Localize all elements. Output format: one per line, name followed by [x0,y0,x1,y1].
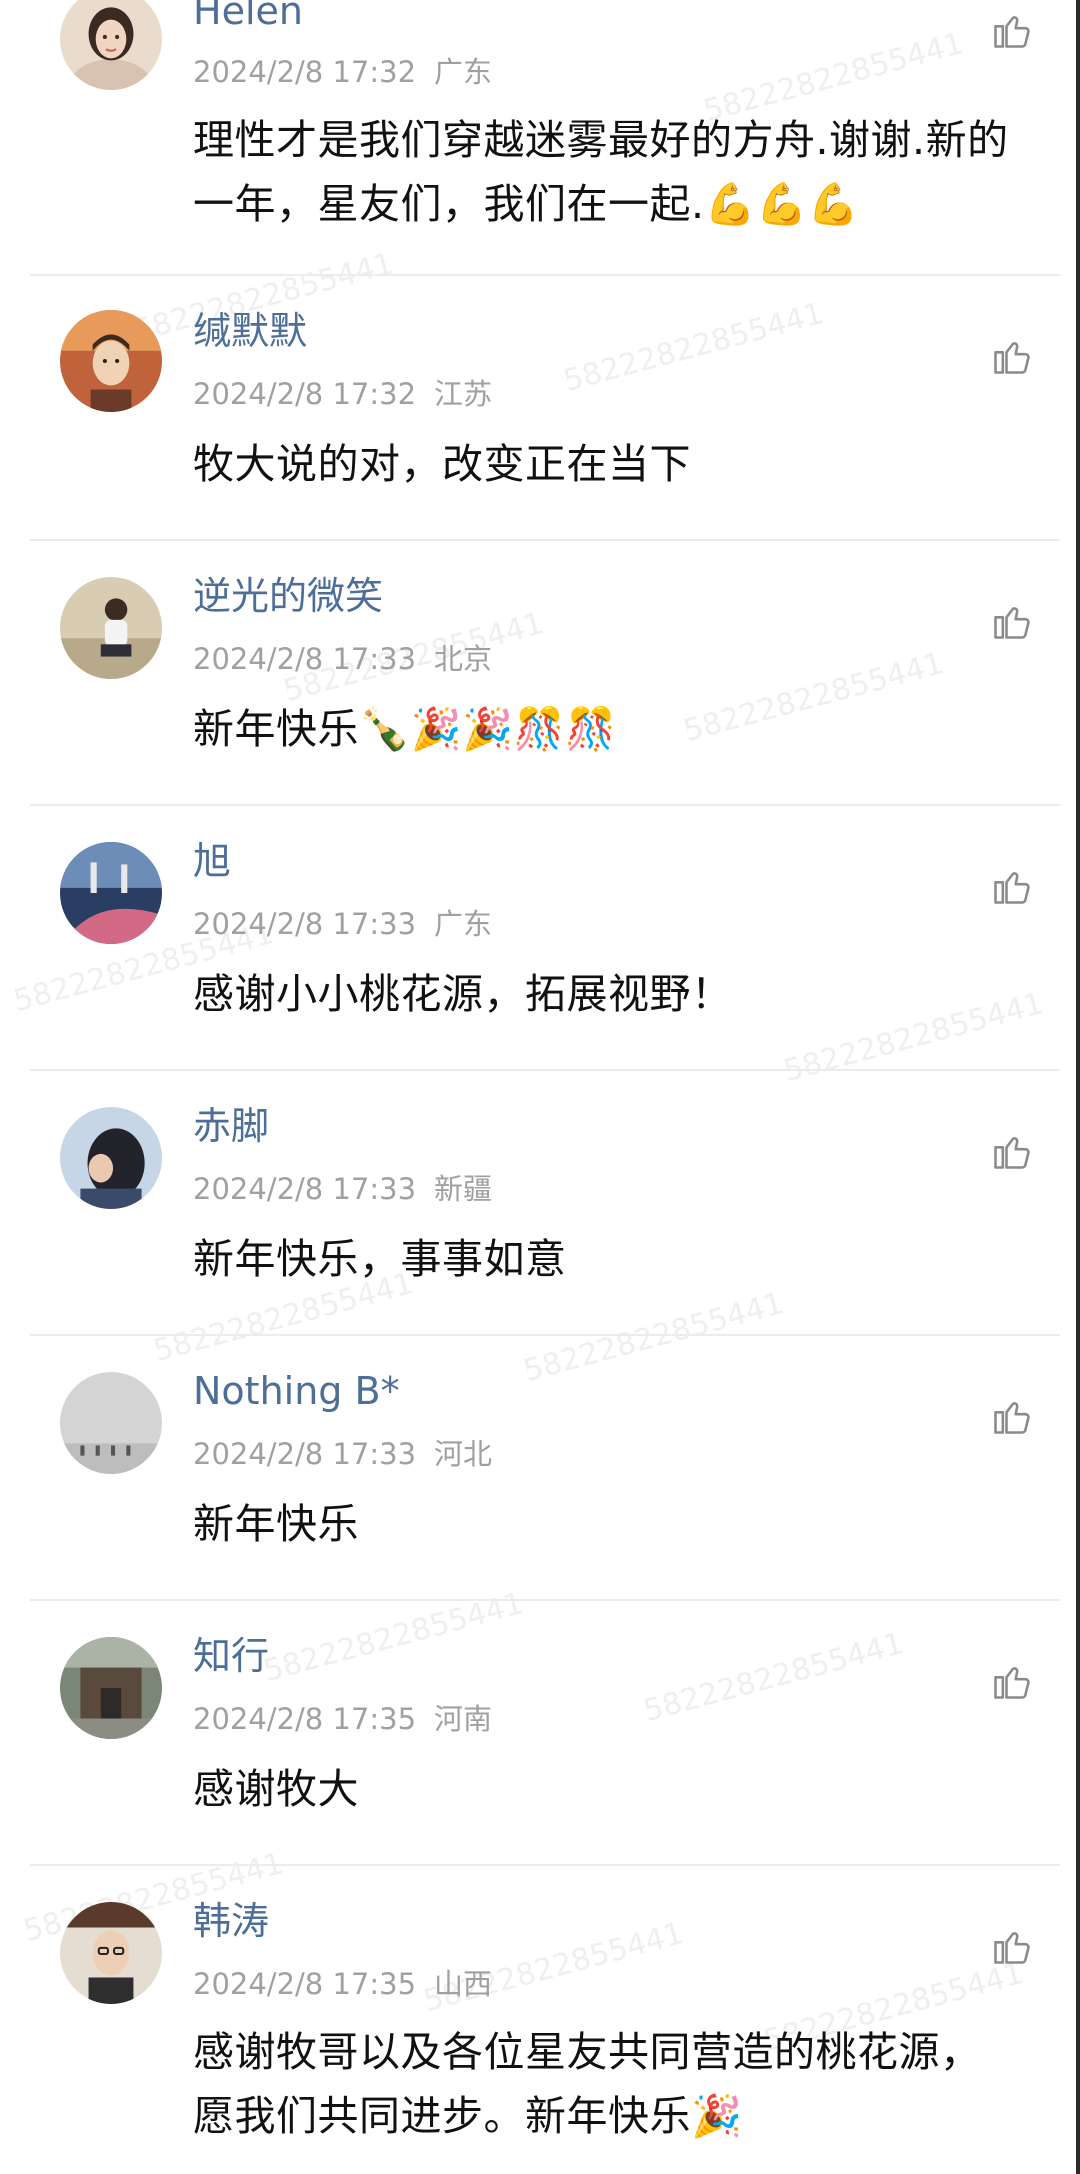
comment-item: Nothing B* 2024/2/8 17:33 河北 新年快乐 [0,1336,1080,1601]
comment-item: 逆光的微笑 2024/2/8 17:33 北京 新年快乐🍾🎉🎉🎊🎊 [0,541,1080,806]
avatar[interactable] [60,1107,162,1209]
comment-date: 2024/2/8 17:35 [193,1702,417,1736]
thumbs-up-icon [994,1137,1030,1169]
comment-item: 赤脚 2024/2/8 17:33 新疆 新年快乐，事事如意 [0,1071,1080,1336]
comment-meta: 2024/2/8 17:32 广东 [193,58,492,87]
comment-date: 2024/2/8 17:33 [193,1172,417,1206]
comment-author[interactable]: 韩涛 [193,1902,269,1940]
like-button[interactable] [990,8,1034,52]
like-button[interactable] [990,599,1034,643]
like-button[interactable] [990,1394,1034,1438]
like-button[interactable] [990,1924,1034,1968]
comment-location: 广东 [434,55,493,89]
building-photo-avatar-icon [60,1637,162,1739]
grey-landscape-avatar-icon [60,1372,162,1474]
comment-location: 新疆 [434,1172,493,1206]
comment-location: 北京 [434,642,493,676]
like-button[interactable] [990,1659,1034,1703]
comment-location: 广东 [434,907,493,941]
avatar[interactable] [60,1637,162,1739]
comment-author[interactable]: 赤脚 [193,1107,269,1145]
comment-author[interactable]: 旭 [193,842,231,880]
like-button[interactable] [990,864,1034,908]
thumbs-up-icon [994,16,1030,48]
comment-location: 河北 [434,1437,493,1471]
like-button[interactable] [990,1129,1034,1173]
woman-portrait-avatar-icon [60,0,162,90]
comment-item: 缄默默 2024/2/8 17:32 江苏 牧大说的对，改变正在当下 [0,276,1080,541]
comment-date: 2024/2/8 17:35 [193,1967,417,2001]
comment-author[interactable]: Helen [193,0,303,30]
comment-item: 韩涛 2024/2/8 17:35 山西 感谢牧哥以及各位星友共同营造的桃花源，愿… [0,1866,1080,2174]
comment-item: 旭 2024/2/8 17:33 广东 感谢小小桃花源，拓展视野！ [0,806,1080,1071]
girl-profile-avatar-icon [60,1107,162,1209]
comment-date: 2024/2/8 17:33 [193,1437,417,1471]
man-glasses-avatar-icon [60,1902,162,2004]
avatar[interactable] [60,310,162,412]
avatar[interactable] [60,577,162,679]
person-outdoor-avatar-icon [60,577,162,679]
thumbs-up-icon [994,342,1030,374]
avatar[interactable] [60,0,162,90]
like-button[interactable] [990,334,1034,378]
screen-edge [1076,0,1080,2174]
thumbs-up-icon [994,1932,1030,1964]
comment-author[interactable]: 逆光的微笑 [193,577,383,615]
man-portrait-avatar-icon [60,310,162,412]
comment-text: 新年快乐，事事如意 [193,1235,567,1283]
thumbs-up-icon [994,1667,1030,1699]
comment-location: 江苏 [434,377,493,411]
comment-date: 2024/2/8 17:32 [193,55,417,89]
avatar[interactable] [60,1372,162,1474]
comment-text: 新年快乐 [193,1500,359,1548]
comment-date: 2024/2/8 17:33 [193,642,417,676]
comment-text: 新年快乐🍾🎉🎉🎊🎊 [193,705,617,753]
comment-author[interactable]: Nothing B* [193,1372,400,1410]
comment-meta: 2024/2/8 17:33 新疆 [193,1175,492,1204]
comment-text: 感谢牧哥以及各位星友共同营造的桃花源，愿我们共同进步。新年快乐🎉 [193,2028,982,2140]
comment-item: Helen 2024/2/8 17:32 广东 理性才是我们穿越迷雾最好的方舟.谢… [0,0,1080,276]
playground-avatar-icon [60,842,162,944]
comment-author[interactable]: 知行 [193,1637,269,1675]
comment-item: 知行 2024/2/8 17:35 河南 感谢牧大 [0,1601,1080,1866]
comment-location: 河南 [434,1702,493,1736]
comment-meta: 2024/2/8 17:35 山西 [193,1970,492,1999]
comment-meta: 2024/2/8 17:33 广东 [193,910,492,939]
avatar[interactable] [60,842,162,944]
comment-meta: 2024/2/8 17:33 河北 [193,1440,492,1469]
comment-text: 牧大说的对，改变正在当下 [193,440,691,488]
comment-author[interactable]: 缄默默 [193,312,307,350]
comment-meta: 2024/2/8 17:32 江苏 [193,380,492,409]
comment-meta: 2024/2/8 17:33 北京 [193,645,492,674]
comment-date: 2024/2/8 17:33 [193,907,417,941]
comment-text: 理性才是我们穿越迷雾最好的方舟.谢谢.新的一年，星友们，我们在一起.💪💪💪 [193,116,1009,228]
comment-text: 感谢小小桃花源，拓展视野！ [193,970,733,1018]
thumbs-up-icon [994,872,1030,904]
comment-location: 山西 [434,1967,493,2001]
comment-date: 2024/2/8 17:32 [193,377,417,411]
thumbs-up-icon [994,1402,1030,1434]
avatar[interactable] [60,1902,162,2004]
thumbs-up-icon [994,607,1030,639]
comment-text: 感谢牧大 [193,1765,359,1813]
comment-meta: 2024/2/8 17:35 河南 [193,1705,492,1734]
